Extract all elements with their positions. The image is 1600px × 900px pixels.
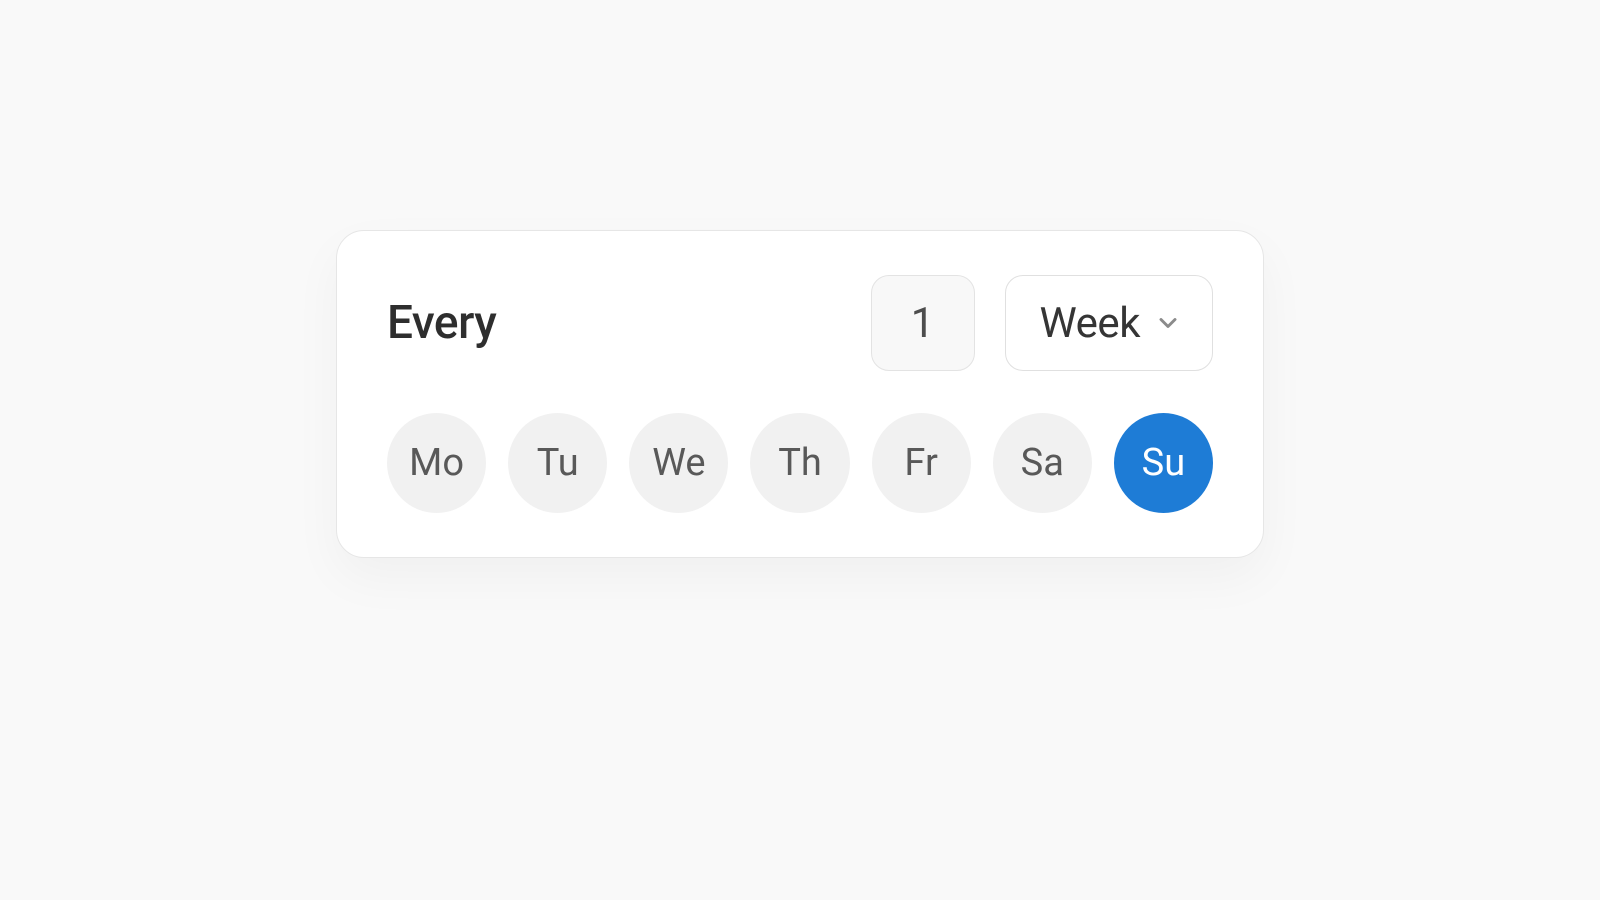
day-chip-tu[interactable]: Tu xyxy=(508,413,607,513)
day-chip-sa[interactable]: Sa xyxy=(993,413,1092,513)
unit-select[interactable]: Week xyxy=(1005,275,1213,371)
every-label: Every xyxy=(387,296,496,350)
day-chip-mo[interactable]: Mo xyxy=(387,413,486,513)
recurrence-row: Every Week xyxy=(387,275,1213,371)
days-row: Mo Tu We Th Fr Sa Su xyxy=(387,413,1213,513)
recurrence-controls: Week xyxy=(871,275,1213,371)
day-chip-th[interactable]: Th xyxy=(750,413,849,513)
day-chip-su[interactable]: Su xyxy=(1114,413,1213,513)
day-chip-fr[interactable]: Fr xyxy=(872,413,971,513)
unit-select-label: Week xyxy=(1040,299,1140,348)
recurrence-card: Every Week Mo Tu We Th Fr Sa Su xyxy=(336,230,1264,558)
chevron-down-icon xyxy=(1154,309,1182,337)
day-chip-we[interactable]: We xyxy=(629,413,728,513)
interval-input[interactable] xyxy=(871,275,975,371)
